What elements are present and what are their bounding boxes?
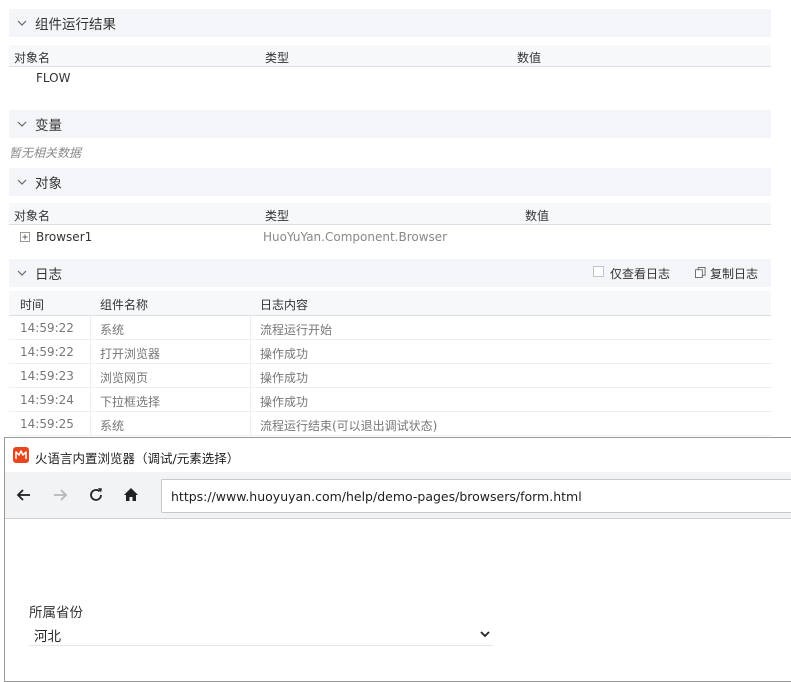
log-col-component: 组件名称 xyxy=(100,298,149,312)
huoyuyan-logo-icon xyxy=(13,447,29,463)
home-icon[interactable] xyxy=(122,486,140,504)
log-component: 打开浏览器 xyxy=(100,347,161,361)
log-component: 浏览网页 xyxy=(100,371,149,385)
builtin-browser-window: 火语言内置浏览器（调试/元素选择） https://www.huoyuyan.c… xyxy=(4,437,791,682)
objects-col-value: 数值 xyxy=(525,209,550,223)
log-content: 操作成功 xyxy=(260,395,309,409)
log-time: 14:59:23 xyxy=(20,369,74,383)
copy-log-button[interactable]: 复制日志 xyxy=(710,265,758,282)
only-log-checkbox[interactable] xyxy=(593,266,604,277)
log-time: 14:59:25 xyxy=(20,417,74,431)
province-selected-value: 河北 xyxy=(34,629,61,645)
only-log-label[interactable]: 仅查看日志 xyxy=(610,265,670,282)
browser-toolbar: https://www.huoyuyan.com/help/demo-pages… xyxy=(5,472,791,519)
address-bar[interactable]: https://www.huoyuyan.com/help/demo-pages… xyxy=(161,479,791,513)
results-col-name: 对象名 xyxy=(14,51,51,65)
browser-titlebar[interactable]: 火语言内置浏览器（调试/元素选择） xyxy=(5,438,791,472)
log-content: 流程运行开始 xyxy=(260,323,333,337)
url-text: https://www.huoyuyan.com/help/demo-pages… xyxy=(171,489,582,504)
plus-square-icon[interactable] xyxy=(20,232,30,242)
table-row: 14:59:23 浏览网页 操作成功 xyxy=(9,364,771,388)
objects-col-name: 对象名 xyxy=(14,209,51,223)
table-row: 14:59:22 打开浏览器 操作成功 xyxy=(9,340,771,364)
arrow-right-icon[interactable] xyxy=(51,486,69,504)
table-row: 14:59:22 系统 流程运行开始 xyxy=(9,316,771,340)
copy-icon[interactable] xyxy=(695,267,706,278)
log-table-header: 时间 组件名称 日志内容 xyxy=(9,291,771,316)
province-label: 所属省份 xyxy=(29,605,83,621)
log-table: 时间 组件名称 日志内容 14:59:22 系统 流程运行开始 14:59:22… xyxy=(9,291,771,436)
log-time: 14:59:24 xyxy=(20,393,74,407)
objects-section-header[interactable]: 对象 xyxy=(9,168,771,196)
log-section-header[interactable]: 日志 仅查看日志 复制日志 xyxy=(9,259,771,287)
objects-section-title: 对象 xyxy=(35,176,62,192)
table-row: 14:59:24 下拉框选择 操作成功 xyxy=(9,388,771,412)
results-col-value: 数值 xyxy=(517,51,542,65)
log-time: 14:59:22 xyxy=(20,345,74,359)
objects-row-name: Browser1 xyxy=(36,230,93,244)
log-time: 14:59:22 xyxy=(20,321,74,335)
variables-section-title: 变量 xyxy=(35,118,62,134)
objects-row[interactable]: Browser1 HuoYuYan.Component.Browser xyxy=(9,227,771,249)
chevron-down-icon xyxy=(17,179,27,185)
arrow-left-icon[interactable] xyxy=(15,486,33,504)
log-component: 下拉框选择 xyxy=(100,395,161,409)
chevron-down-icon xyxy=(17,20,27,26)
province-select[interactable]: 河北 xyxy=(29,622,493,646)
chevron-down-icon xyxy=(17,270,27,276)
results-section-header[interactable]: 组件运行结果 xyxy=(9,9,771,37)
log-col-time: 时间 xyxy=(20,298,45,312)
objects-col-type: 类型 xyxy=(265,209,290,223)
variables-section-header[interactable]: 变量 xyxy=(9,110,771,138)
results-table-header: 对象名 类型 数值 xyxy=(9,45,771,67)
log-col-content: 日志内容 xyxy=(260,298,309,312)
table-row: 14:59:25 系统 流程运行结束(可以退出调试状态) xyxy=(9,412,771,436)
results-col-type: 类型 xyxy=(265,51,290,65)
results-section-title: 组件运行结果 xyxy=(35,17,116,33)
log-content: 流程运行结束(可以退出调试状态) xyxy=(260,419,438,433)
log-content: 操作成功 xyxy=(260,371,309,385)
chevron-down-icon xyxy=(480,631,490,638)
variables-empty-text: 暂无相关数据 xyxy=(9,146,82,160)
objects-row-type: HuoYuYan.Component.Browser xyxy=(263,230,448,244)
browser-window-title: 火语言内置浏览器（调试/元素选择） xyxy=(35,451,240,466)
results-row-name: FLOW xyxy=(36,71,71,85)
objects-table-header: 对象名 类型 数值 xyxy=(9,203,771,225)
reload-icon[interactable] xyxy=(87,486,105,504)
chevron-down-icon xyxy=(17,121,27,127)
log-component: 系统 xyxy=(100,323,125,337)
log-section-title: 日志 xyxy=(35,267,62,283)
log-content: 操作成功 xyxy=(260,347,309,361)
log-component: 系统 xyxy=(100,419,125,433)
